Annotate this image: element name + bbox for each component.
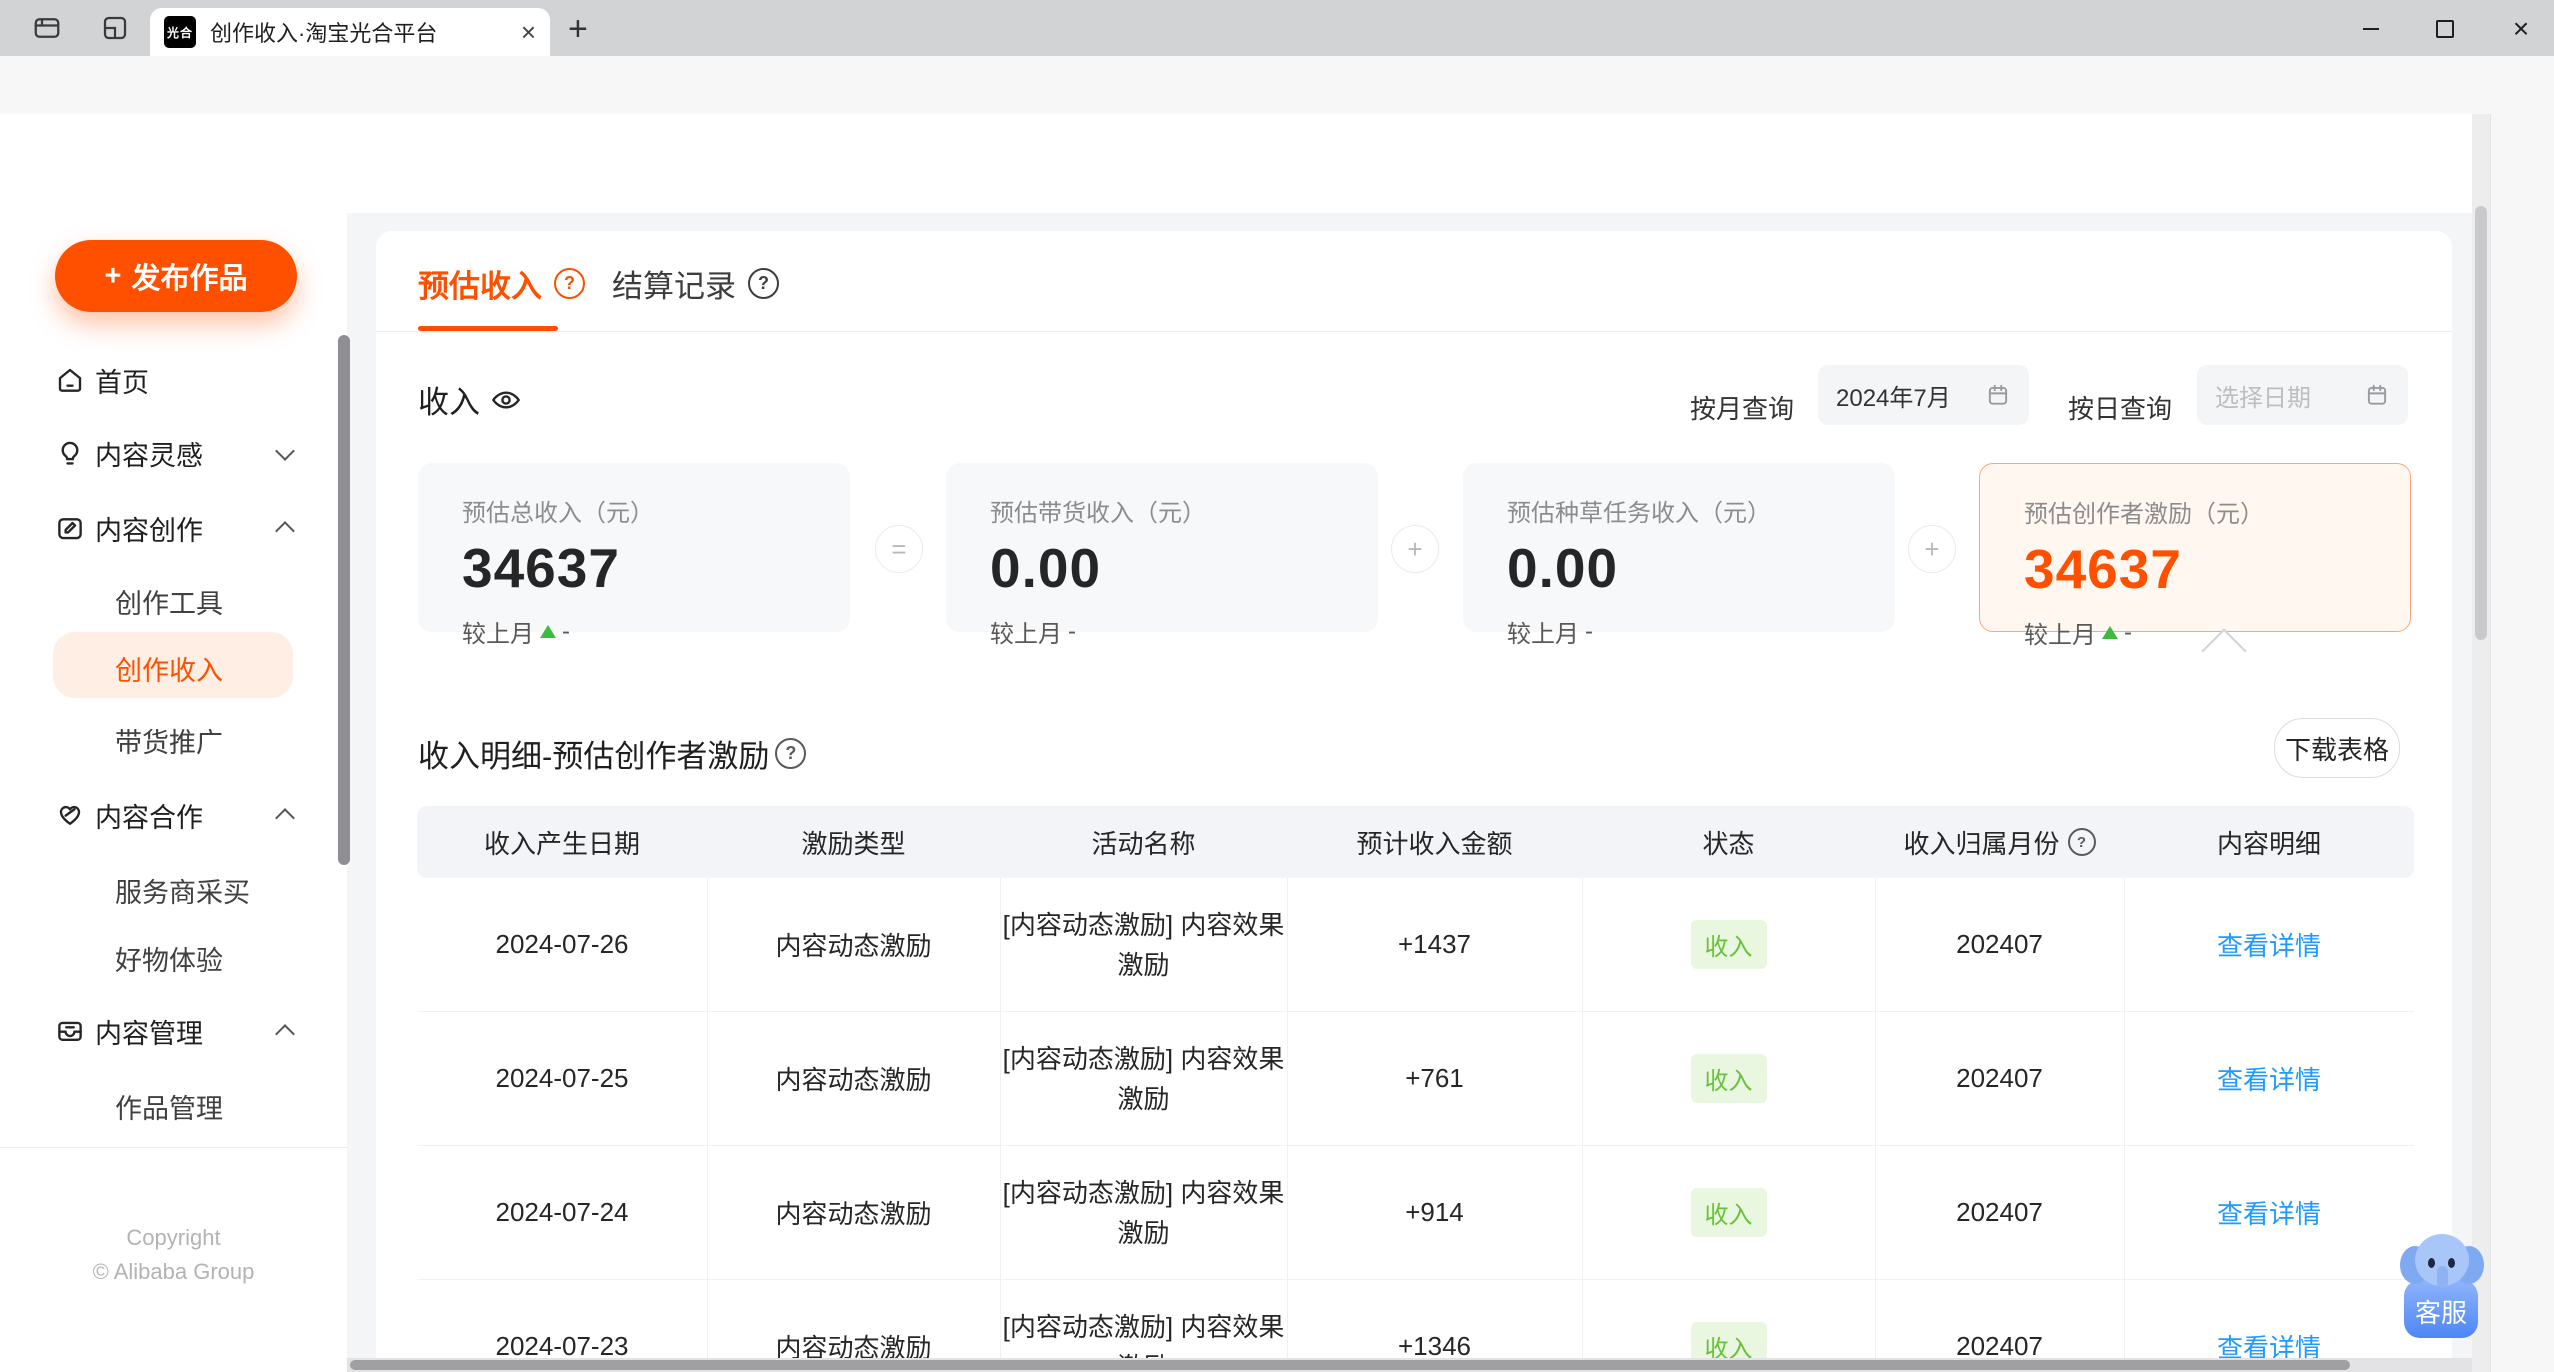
- status-badge: 收入: [1690, 920, 1767, 969]
- card-total-income[interactable]: 预估总收入（元） 34637 较上月 -: [418, 463, 850, 648]
- plus-operator: +: [1391, 525, 1439, 573]
- chevron-up-icon: [275, 808, 295, 828]
- table-row: 2024-07-24 内容动态激励 [内容动态激励] 内容效果激励 +914 收…: [417, 1146, 2414, 1280]
- browser-window: 光合 创作收入·淘宝光合平台 × + × https://creator.gua…: [0, 0, 2554, 1372]
- heart-hands-icon: [55, 800, 85, 830]
- column-divider: [1582, 878, 1583, 1372]
- active-tab[interactable]: 光合 创作收入·淘宝光合平台 ×: [150, 8, 550, 56]
- day-picker-input[interactable]: 选择日期: [2197, 365, 2408, 425]
- status-badge: 收入: [1690, 1054, 1767, 1103]
- help-icon[interactable]: ?: [554, 267, 585, 299]
- tab-settlement-record[interactable]: 结算记录 ?: [612, 261, 779, 305]
- site-favicon: 光合: [164, 16, 196, 48]
- eye-icon[interactable]: [490, 384, 522, 416]
- tab-close-icon[interactable]: ×: [521, 17, 536, 48]
- chevron-up-icon: [275, 1024, 295, 1044]
- tab-title: 创作收入·淘宝光合平台: [210, 21, 438, 46]
- up-triangle-icon: [540, 625, 556, 638]
- sidebar-item-creation[interactable]: 内容创作: [0, 502, 347, 554]
- customer-service-label: 客服: [2404, 1280, 2478, 1338]
- new-tab-button[interactable]: +: [568, 10, 588, 49]
- up-triangle-icon: [2102, 626, 2118, 639]
- sidebar-item-promotion[interactable]: 带货推广: [0, 714, 347, 766]
- help-icon[interactable]: ?: [748, 267, 779, 299]
- view-details-link[interactable]: 查看详情: [2217, 1199, 2321, 1229]
- calendar-icon: [1985, 382, 2011, 408]
- column-divider: [2124, 878, 2125, 1372]
- table-row: 2024-07-25 内容动态激励 [内容动态激励] 内容效果激励 +761 收…: [417, 1012, 2414, 1146]
- site-header: 淘宝·光合平台 消息 创作者服务: [0, 114, 2490, 306]
- tabs-divider: [376, 331, 2452, 332]
- equals-operator: =: [875, 525, 923, 573]
- window-maximize-button[interactable]: [2430, 14, 2460, 44]
- copyright-owner: © Alibaba Group: [92, 1259, 255, 1284]
- sidebar-item-service-purchase[interactable]: 服务商采买: [0, 864, 347, 916]
- home-icon: [55, 365, 85, 395]
- customer-service-float-button[interactable]: 客服: [2400, 1232, 2484, 1338]
- tab-actions-icon[interactable]: [32, 13, 62, 43]
- table-header-row: 收入产生日期 激励类型 活动名称 预计收入金额 状态 收入归属月份? 内容明细: [417, 806, 2414, 878]
- browser-toolbar: https://creator.guanghe.taobao.com/page/…: [0, 56, 2554, 162]
- chevron-down-icon: [275, 441, 295, 461]
- sidebar-item-home[interactable]: 首页: [0, 354, 347, 406]
- bulb-icon: [55, 438, 85, 468]
- main-content-card: 预估收入 ? 结算记录 ? 收入 按月查询 2024年7月 按日查询 选择日期: [376, 231, 2452, 1372]
- publish-work-button[interactable]: + 发布作品: [55, 240, 297, 312]
- income-section-title: 收入: [418, 377, 522, 422]
- card-seeding-task-income[interactable]: 预估种草任务收入（元） 0.00 较上月 -: [1463, 463, 1895, 648]
- detail-section-title: 收入明细-预估创作者激励 ?: [418, 731, 807, 776]
- month-picker-input[interactable]: 2024年7月: [1818, 365, 2029, 425]
- column-divider: [1875, 878, 1876, 1372]
- plus-icon: +: [104, 259, 122, 292]
- plus-operator: +: [1908, 525, 1956, 573]
- sidebar-item-creation-income[interactable]: 创作收入: [0, 642, 347, 694]
- help-icon[interactable]: ?: [2067, 828, 2096, 856]
- browser-tab-bar: 光合 创作收入·淘宝光合平台 × + ×: [0, 0, 2554, 56]
- column-divider: [707, 878, 708, 1372]
- day-query-label: 按日查询: [2068, 394, 2173, 424]
- compose-icon: [55, 513, 85, 543]
- copyright-line: Copyright: [126, 1225, 221, 1250]
- window-minimize-button[interactable]: [2356, 14, 2386, 44]
- column-divider: [1287, 878, 1288, 1372]
- page-horizontal-scrollbar-thumb[interactable]: [350, 1360, 2350, 1370]
- sidebar-item-creation-tools[interactable]: 创作工具: [0, 575, 347, 627]
- calendar-icon: [2364, 382, 2390, 408]
- sidebar-item-content-management[interactable]: 内容管理: [0, 1005, 347, 1057]
- edge-sidebar-rail: + ✂: [2490, 114, 2554, 1372]
- archive-icon: [55, 1016, 85, 1046]
- income-detail-table: 收入产生日期 激励类型 活动名称 预计收入金额 状态 收入归属月份? 内容明细 …: [417, 806, 2414, 1372]
- help-icon[interactable]: ?: [775, 738, 807, 769]
- sidebar-item-works-management[interactable]: 作品管理: [0, 1080, 347, 1132]
- card-creator-incentive[interactable]: 预估创作者激励（元） 34637 较上月 -: [1979, 463, 2411, 649]
- sidebar-item-inspiration[interactable]: 内容灵感: [0, 427, 347, 479]
- sidebar-item-cooperation[interactable]: 内容合作: [0, 789, 347, 841]
- sidebar-divider: [0, 1147, 347, 1148]
- sidebar-scrollbar[interactable]: [338, 335, 350, 865]
- view-details-link[interactable]: 查看详情: [2217, 931, 2321, 961]
- table-row: 2024-07-26 内容动态激励 [内容动态激励] 内容效果激励 +1437 …: [417, 878, 2414, 1012]
- view-details-link[interactable]: 查看详情: [2217, 1065, 2321, 1095]
- page-vertical-scrollbar-thumb[interactable]: [2475, 206, 2487, 640]
- month-query-label: 按月查询: [1690, 394, 1795, 424]
- tab-estimated-income[interactable]: 预估收入 ?: [418, 261, 585, 305]
- status-badge: 收入: [1690, 1188, 1767, 1237]
- sidebar-item-product-trial[interactable]: 好物体验: [0, 932, 347, 984]
- column-divider: [1000, 878, 1001, 1372]
- chevron-up-icon: [275, 521, 295, 541]
- card-sales-income[interactable]: 预估带货收入（元） 0.00 较上月 -: [946, 463, 1378, 648]
- download-table-button[interactable]: 下载表格: [2274, 718, 2400, 778]
- workspaces-icon[interactable]: [100, 13, 130, 43]
- left-sidebar: + 发布作品 首页 内容灵感 内容创作 创作工具 创作收入 带货推广 内容合作 …: [0, 213, 350, 1372]
- window-close-button[interactable]: ×: [2506, 14, 2536, 44]
